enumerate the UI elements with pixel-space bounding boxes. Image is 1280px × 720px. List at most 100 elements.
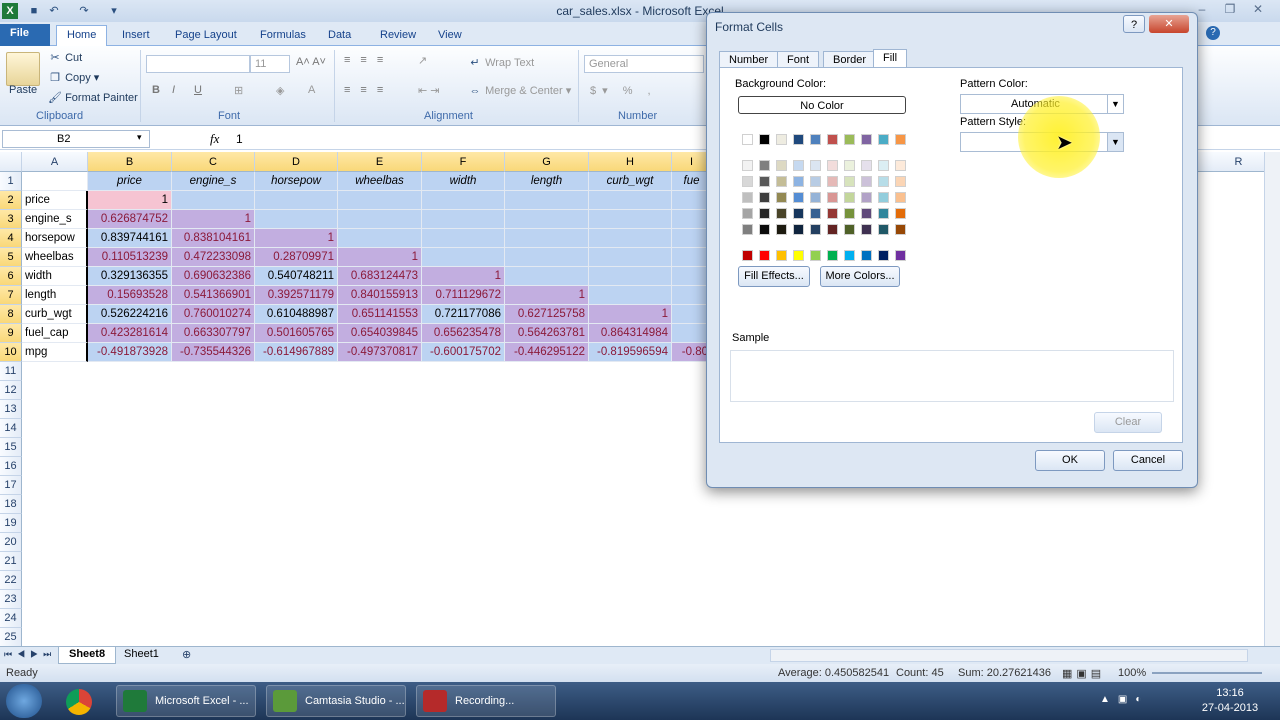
header-cell[interactable]: price: [88, 172, 172, 191]
format-painter-button[interactable]: 🖌 Format Painter: [48, 91, 138, 105]
color-swatch[interactable]: [861, 250, 872, 261]
color-swatch[interactable]: [827, 176, 838, 187]
row-header[interactable]: 22: [0, 571, 22, 590]
data-cell[interactable]: 0.627125758: [505, 305, 589, 324]
color-swatch[interactable]: [895, 160, 906, 171]
column-header[interactable]: C: [172, 152, 255, 172]
color-swatch[interactable]: [827, 160, 838, 171]
row-header[interactable]: 13: [0, 400, 22, 419]
tab-view[interactable]: View: [428, 26, 472, 46]
fx-icon[interactable]: fx: [210, 131, 219, 147]
data-cell[interactable]: -0.819596594: [589, 343, 672, 362]
sheet-tab-sheet1[interactable]: Sheet1: [114, 647, 169, 664]
row-header[interactable]: 1: [0, 172, 22, 191]
dialog-close-icon[interactable]: ✕: [1149, 15, 1189, 33]
insert-sheet-icon[interactable]: ⊕: [172, 647, 201, 664]
data-cell[interactable]: [589, 210, 672, 229]
row-header[interactable]: 2: [0, 191, 22, 210]
orientation-icon[interactable]: ↗: [418, 54, 427, 67]
color-swatch[interactable]: [861, 192, 872, 203]
data-cell[interactable]: 0.626874752: [88, 210, 172, 229]
restore-icon[interactable]: ❐: [1216, 0, 1244, 18]
color-swatch[interactable]: [844, 224, 855, 235]
data-cell[interactable]: 1: [338, 248, 422, 267]
zoom-level[interactable]: 100%: [1118, 667, 1146, 679]
ok-button[interactable]: OK: [1035, 450, 1105, 471]
color-swatch[interactable]: [759, 176, 770, 187]
row-label-cell[interactable]: curb_wgt: [22, 305, 88, 324]
color-swatch[interactable]: [742, 192, 753, 203]
dialog-help-icon[interactable]: ?: [1123, 15, 1145, 33]
color-swatch[interactable]: [844, 250, 855, 261]
column-header[interactable]: G: [505, 152, 589, 172]
data-cell[interactable]: -0.735544326: [172, 343, 255, 362]
tab-review[interactable]: Review: [370, 26, 426, 46]
column-header[interactable]: E: [338, 152, 422, 172]
data-cell[interactable]: 0.423281614: [88, 324, 172, 343]
font-color-icon[interactable]: A: [308, 84, 315, 96]
color-swatch[interactable]: [776, 192, 787, 203]
view-mode-icons[interactable]: ▦▣▤: [1062, 667, 1105, 680]
color-swatch[interactable]: [878, 208, 889, 219]
more-colors-button[interactable]: More Colors...: [820, 266, 900, 287]
row-header[interactable]: 6: [0, 267, 22, 286]
data-cell[interactable]: 0.656235478: [422, 324, 505, 343]
color-swatch[interactable]: [759, 250, 770, 261]
data-cell[interactable]: 1: [172, 210, 255, 229]
color-swatch[interactable]: [742, 160, 753, 171]
data-cell[interactable]: [422, 191, 505, 210]
data-cell[interactable]: 0.472233098: [172, 248, 255, 267]
font-size-combo[interactable]: 11: [250, 55, 290, 73]
color-swatch[interactable]: [776, 208, 787, 219]
data-cell[interactable]: [589, 191, 672, 210]
data-cell[interactable]: [505, 210, 589, 229]
color-swatch[interactable]: [844, 134, 855, 145]
redo-icon[interactable]: ↷: [76, 3, 92, 19]
color-swatch[interactable]: [793, 134, 804, 145]
name-box[interactable]: B2 ▾: [2, 130, 150, 148]
paste-button[interactable]: Paste: [9, 84, 37, 96]
data-cell[interactable]: 0.501605765: [255, 324, 338, 343]
data-cell[interactable]: -0.614967889: [255, 343, 338, 362]
row-label-cell[interactable]: price: [22, 191, 88, 210]
color-swatch[interactable]: [810, 192, 821, 203]
data-cell[interactable]: [589, 248, 672, 267]
data-cell[interactable]: [589, 286, 672, 305]
data-cell[interactable]: 0.541366901: [172, 286, 255, 305]
grow-font-icon[interactable]: A˄ A˅: [296, 56, 326, 68]
data-cell[interactable]: [255, 210, 338, 229]
number-format-combo[interactable]: General: [584, 55, 704, 73]
no-color-button[interactable]: No Color: [738, 96, 906, 114]
select-all-corner[interactable]: [0, 152, 22, 172]
data-cell[interactable]: 1: [88, 191, 172, 210]
color-swatch[interactable]: [793, 176, 804, 187]
undo-icon[interactable]: ↶: [46, 3, 62, 19]
color-swatch[interactable]: [861, 176, 872, 187]
header-cell[interactable]: horsepow: [255, 172, 338, 191]
color-swatch[interactable]: [827, 250, 838, 261]
data-cell[interactable]: [338, 210, 422, 229]
header-cell[interactable]: curb_wgt: [589, 172, 672, 191]
data-cell[interactable]: 0.651141553: [338, 305, 422, 324]
color-swatch[interactable]: [759, 224, 770, 235]
color-swatch[interactable]: [844, 176, 855, 187]
data-cell[interactable]: 0.840155913: [338, 286, 422, 305]
color-swatch[interactable]: [861, 208, 872, 219]
row-header[interactable]: 9: [0, 324, 22, 343]
data-cell[interactable]: 0.392571179: [255, 286, 338, 305]
tab-insert[interactable]: Insert: [112, 26, 160, 46]
color-swatch[interactable]: [810, 176, 821, 187]
color-swatch[interactable]: [759, 160, 770, 171]
color-swatch[interactable]: [895, 134, 906, 145]
help-icon[interactable]: ?: [1206, 26, 1220, 40]
data-cell[interactable]: 0.721177086: [422, 305, 505, 324]
data-cell[interactable]: [422, 248, 505, 267]
header-cell[interactable]: wheelbas: [338, 172, 422, 191]
fill-color-icon[interactable]: ◈: [276, 84, 284, 97]
taskbar-excel[interactable]: Microsoft Excel - ...: [116, 685, 256, 717]
row-label-cell[interactable]: horsepow: [22, 229, 88, 248]
header-cell[interactable]: length: [505, 172, 589, 191]
data-cell[interactable]: [338, 229, 422, 248]
color-swatch[interactable]: [844, 160, 855, 171]
taskbar-recording[interactable]: Recording...: [416, 685, 556, 717]
